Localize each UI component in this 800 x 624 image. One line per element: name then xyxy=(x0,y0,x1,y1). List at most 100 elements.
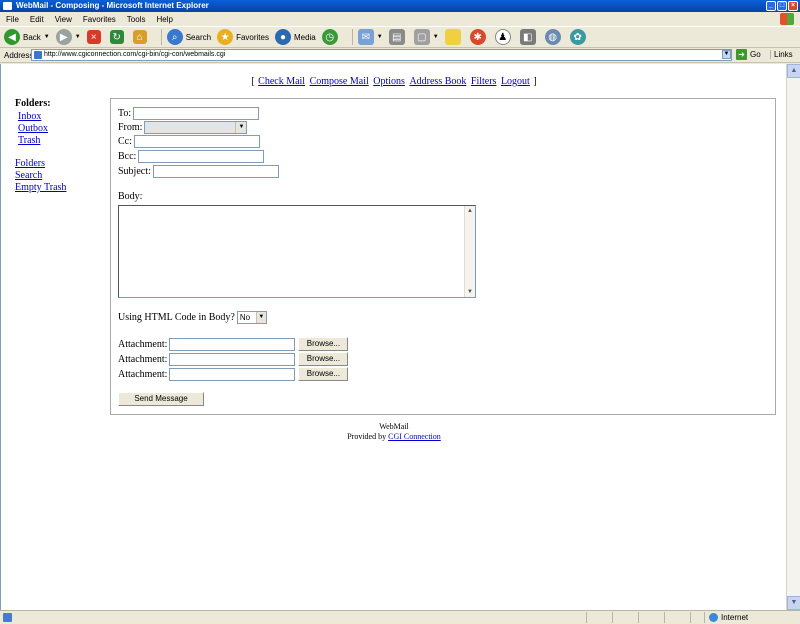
nav-filters[interactable]: Filters xyxy=(471,76,497,87)
body-scrollbar[interactable]: ▲ ▼ xyxy=(464,206,475,297)
folders-heading: Folders: xyxy=(15,98,51,109)
media-button[interactable]: ● Media xyxy=(274,29,316,45)
attachment-field[interactable] xyxy=(169,352,296,366)
address-dropdown-icon[interactable]: ▼ xyxy=(722,50,731,59)
print-button[interactable]: ▤ xyxy=(388,29,408,45)
search-link[interactable]: Search xyxy=(15,170,42,181)
compose-form: To: From: ▼ Cc: Bcc: Subject: Body: ▲ ▼ xyxy=(110,98,776,415)
toolbar-extra-2[interactable]: ♟ xyxy=(494,29,514,45)
favorites-label: Favorites xyxy=(236,32,269,42)
home-icon: ⌂ xyxy=(132,30,147,44)
status-pane xyxy=(690,612,691,623)
minimize-button[interactable]: _ xyxy=(766,1,776,11)
browse-button[interactable]: Browse... xyxy=(298,367,349,381)
subject-field[interactable] xyxy=(152,165,279,178)
mail-button[interactable]: ✉ ▼ xyxy=(357,29,383,45)
body-label: Body: xyxy=(118,191,143,202)
scroll-up-icon[interactable]: ▲ xyxy=(787,64,800,78)
maximize-button[interactable]: □ xyxy=(777,1,787,11)
bcc-field[interactable] xyxy=(138,150,265,163)
from-label: From: xyxy=(118,122,143,133)
nav-options[interactable]: Options xyxy=(373,76,405,87)
go-button[interactable]: ➜ Go xyxy=(736,49,761,60)
menu-edit[interactable]: Edit xyxy=(30,15,44,24)
scroll-down-icon[interactable]: ▼ xyxy=(465,287,475,297)
attachment-label: Attachment: xyxy=(118,368,168,380)
forward-dropdown-icon[interactable]: ▼ xyxy=(75,34,81,40)
zone-label: Internet xyxy=(721,613,749,622)
forward-button[interactable]: ▶ ▼ xyxy=(55,29,81,45)
back-dropdown-icon[interactable]: ▼ xyxy=(44,34,50,40)
page-status-icon xyxy=(3,613,12,622)
empty-trash-link[interactable]: Empty Trash xyxy=(15,182,66,193)
stop-button[interactable]: × xyxy=(86,30,104,44)
toolbar-extra-4[interactable]: ✿ xyxy=(569,29,589,45)
go-label: Go xyxy=(750,50,761,59)
edit-dropdown-icon[interactable]: ▼ xyxy=(433,34,439,40)
menu-help[interactable]: Help xyxy=(156,15,172,24)
html-select-value: No xyxy=(239,313,251,322)
folder-outbox[interactable]: Outbox xyxy=(18,123,48,134)
mail-dropdown-icon[interactable]: ▼ xyxy=(377,34,383,40)
media-label: Media xyxy=(293,32,316,42)
to-field[interactable] xyxy=(133,107,260,120)
attachment-field[interactable] xyxy=(169,367,296,381)
media-icon: ● xyxy=(274,29,291,45)
nav-logout[interactable]: Logout xyxy=(501,76,530,87)
address-input[interactable]: http://www.cgiconnection.com/cgi-bin/cgi… xyxy=(31,49,732,61)
attachment-row-1: Attachment: Browse... xyxy=(118,337,349,351)
nav-bracket-close: ] xyxy=(533,76,537,87)
page-icon xyxy=(34,51,42,59)
notes-button[interactable] xyxy=(444,29,464,45)
toolbar-extra-1[interactable]: ✱ xyxy=(469,29,489,45)
links-button[interactable]: Links xyxy=(770,50,793,59)
scroll-up-icon[interactable]: ▲ xyxy=(465,206,475,216)
body-textarea[interactable]: ▲ ▼ xyxy=(118,205,476,298)
menu-view[interactable]: View xyxy=(55,15,72,24)
provider-link[interactable]: CGI Connection xyxy=(388,432,441,441)
attachment-field[interactable] xyxy=(169,337,296,351)
window-controls: _ □ × xyxy=(766,1,798,11)
folder-trash[interactable]: Trash xyxy=(18,135,40,146)
refresh-button[interactable]: ↻ xyxy=(109,30,127,44)
cc-field[interactable] xyxy=(133,135,260,148)
page-scrollbar[interactable]: ▲ ▼ xyxy=(786,64,800,610)
globe-icon xyxy=(709,613,718,622)
back-button[interactable]: ◀ Back ▼ xyxy=(4,29,50,45)
home-button[interactable]: ⌂ xyxy=(132,30,150,44)
html-select[interactable]: No ▼ xyxy=(236,311,267,324)
browse-button[interactable]: Browse... xyxy=(298,352,349,366)
favorites-button[interactable]: ★ Favorites xyxy=(217,29,269,45)
close-button[interactable]: × xyxy=(788,1,798,11)
folders-sidebar: Folders: Inbox Outbox Trash Folders Sear… xyxy=(15,98,105,194)
attachment-label: Attachment: xyxy=(118,353,168,365)
from-select[interactable]: ▼ xyxy=(144,121,248,134)
messenger-button[interactable]: ◍ xyxy=(544,29,564,45)
browse-button[interactable]: Browse... xyxy=(298,337,349,351)
html-row: Using HTML Code in Body? No ▼ xyxy=(118,311,267,324)
history-button[interactable]: ◷ xyxy=(321,29,341,45)
toolbar: ◀ Back ▼ ▶ ▼ × ↻ ⌂ ⌕ Search ★ Favorites … xyxy=(0,26,800,48)
send-message-button[interactable]: Send Message xyxy=(118,392,204,406)
nav-check-mail[interactable]: Check Mail xyxy=(258,76,305,87)
edit-button[interactable]: ▢ ▼ xyxy=(413,29,439,45)
menu-favorites[interactable]: Favorites xyxy=(83,15,116,24)
folders-link[interactable]: Folders xyxy=(15,158,45,169)
nav-compose-mail[interactable]: Compose Mail xyxy=(310,76,369,87)
status-pane xyxy=(612,612,613,623)
cc-label: Cc: xyxy=(118,136,132,147)
nav-address-book[interactable]: Address Book xyxy=(409,76,466,87)
history-icon: ◷ xyxy=(321,29,338,45)
toolbar-extra-3[interactable]: ◧ xyxy=(519,29,539,45)
status-pane xyxy=(586,612,587,623)
menu-tools[interactable]: Tools xyxy=(127,15,146,24)
search-button[interactable]: ⌕ Search xyxy=(166,29,211,45)
mail-icon: ✉ xyxy=(357,29,374,45)
status-bar: Internet xyxy=(0,610,800,624)
chevron-down-icon: ▼ xyxy=(235,122,247,133)
research-icon: ◧ xyxy=(519,29,536,45)
messenger-icon: ◍ xyxy=(544,29,561,45)
menu-file[interactable]: File xyxy=(6,15,19,24)
scroll-down-icon[interactable]: ▼ xyxy=(787,596,800,610)
folder-inbox[interactable]: Inbox xyxy=(18,111,41,122)
